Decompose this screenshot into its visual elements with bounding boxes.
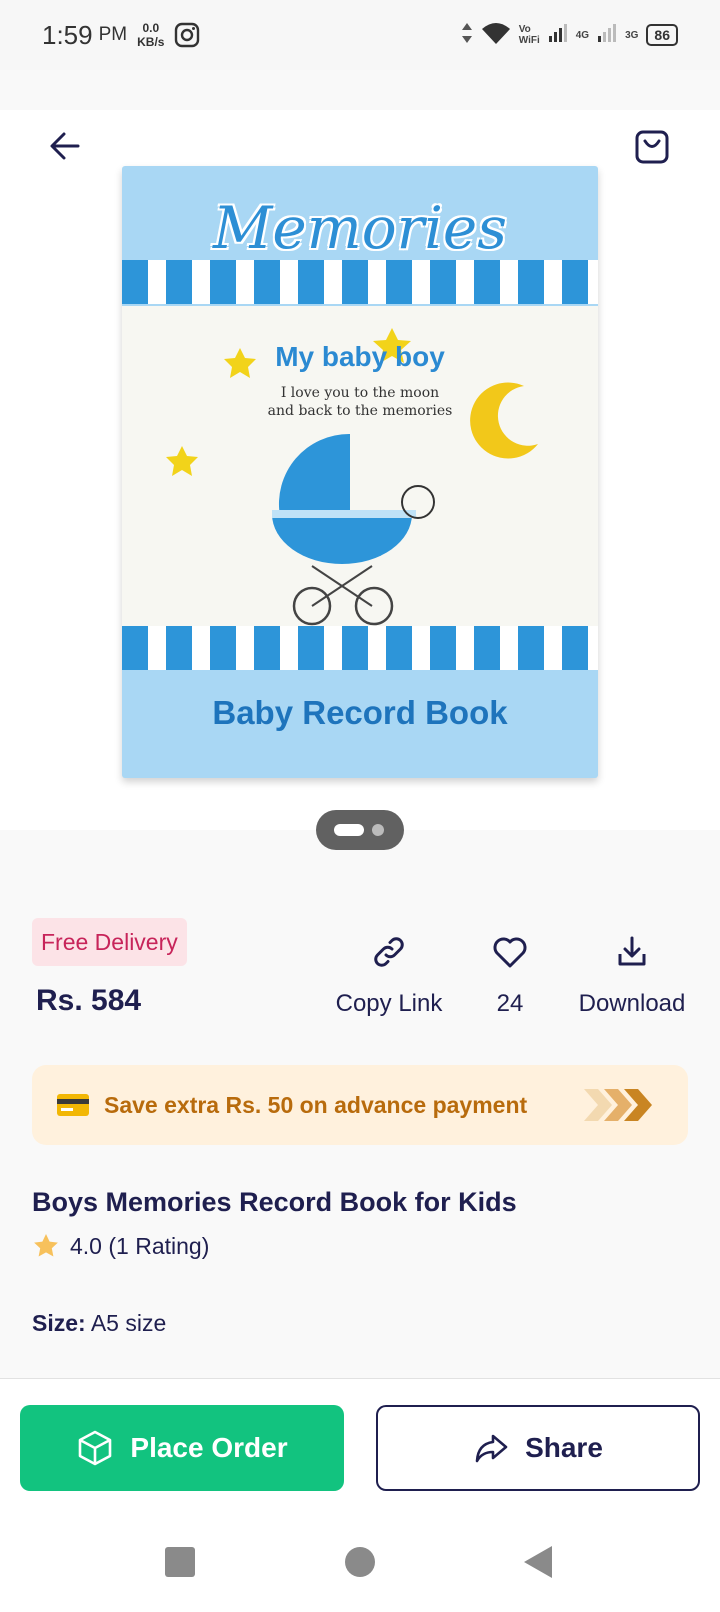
- place-order-label: Place Order: [130, 1432, 288, 1463]
- free-delivery-badge: Free Delivery: [32, 918, 187, 966]
- book-stripe-bottom: [122, 626, 598, 670]
- offer-text: Save extra Rs. 50 on advance payment: [104, 1091, 528, 1118]
- chevrons-right-icon: [584, 1089, 652, 1121]
- product-image-gallery[interactable]: Memories My baby boy I love you to the m…: [0, 110, 720, 830]
- rating-text: 4.0 (1 Rating): [70, 1232, 210, 1259]
- product-image: Memories My baby boy I love you to the m…: [122, 166, 598, 778]
- net-type-1: 4G: [575, 29, 590, 41]
- vowifi-label: Vo WiFi: [519, 24, 540, 46]
- book-tagline-1: I love you to the moon: [280, 385, 440, 401]
- copy-link-button[interactable]: Copy Link: [330, 932, 448, 1018]
- box-icon: [79, 1430, 112, 1466]
- net-type-2: 3G: [625, 29, 639, 41]
- vowifi-wifi: WiFi: [518, 35, 540, 46]
- product-size: Size: A5 size: [32, 1310, 166, 1337]
- page-dot-active[interactable]: [334, 824, 364, 836]
- system-back-button[interactable]: [524, 1546, 552, 1578]
- book-tagline: I love you to the moon and back to the m…: [122, 384, 598, 420]
- bottom-action-bar: Place Order Share: [0, 1378, 720, 1502]
- download-icon: [618, 936, 646, 966]
- instagram-icon: [174, 22, 200, 48]
- size-value: A5 size: [90, 1310, 167, 1336]
- cart-button[interactable]: [630, 124, 674, 168]
- signal-icon-2: [597, 23, 617, 48]
- book-title: Memories: [213, 194, 507, 262]
- book-bottom-title: Baby Record Book: [212, 694, 508, 731]
- heart-icon: [493, 937, 527, 968]
- status-bar: 1:59 PM 0.0 KB/s Vo WiFi 4G 3G 86: [0, 0, 720, 70]
- likes-count: 24: [496, 990, 524, 1017]
- copy-link-label: Copy Link: [335, 990, 443, 1017]
- battery-indicator: 86: [646, 24, 678, 46]
- network-speed-unit: KB/s: [137, 35, 165, 49]
- system-nav-bar: [0, 1502, 720, 1612]
- share-arrow-icon: [475, 1434, 508, 1463]
- vowifi-vo: Vo: [518, 24, 531, 35]
- product-rating: 4.0 (1 Rating): [32, 1232, 209, 1260]
- product-title: Boys Memories Record Book for Kids: [32, 1187, 517, 1217]
- share-button[interactable]: Share: [376, 1405, 700, 1491]
- image-page-indicator[interactable]: [316, 810, 404, 850]
- home-button[interactable]: [345, 1547, 375, 1577]
- credit-card-icon: [57, 1094, 89, 1116]
- network-speed-value: 0.0: [142, 21, 160, 35]
- wishlist-button[interactable]: 24: [470, 932, 550, 1018]
- signal-icon: [548, 23, 568, 48]
- recents-button[interactable]: [165, 1547, 195, 1577]
- book-subtitle: My baby boy: [275, 341, 445, 372]
- advance-payment-offer[interactable]: Save extra Rs. 50 on advance payment: [32, 1065, 688, 1145]
- status-ampm: PM: [98, 24, 128, 45]
- product-price: Rs. 584: [36, 984, 142, 1017]
- share-label: Share: [525, 1432, 603, 1463]
- network-speed: 0.0 KB/s: [137, 21, 164, 49]
- download-button[interactable]: Download: [572, 932, 692, 1018]
- size-label: Size:: [32, 1310, 86, 1336]
- wifi-icon: [481, 21, 511, 50]
- star-icon: [34, 1234, 58, 1257]
- page-dot[interactable]: [372, 824, 384, 836]
- back-button[interactable]: [44, 124, 88, 168]
- arrow-left-icon: [50, 132, 80, 160]
- status-time: 1:59: [42, 19, 93, 50]
- book-stripe-top: [122, 260, 598, 304]
- download-label: Download: [578, 990, 686, 1017]
- data-arrows-icon: [461, 22, 473, 49]
- shopping-bag-icon: [635, 130, 669, 164]
- place-order-button[interactable]: Place Order: [20, 1405, 344, 1491]
- link-icon: [374, 937, 404, 967]
- book-tagline-2: and back to the memories: [267, 403, 453, 419]
